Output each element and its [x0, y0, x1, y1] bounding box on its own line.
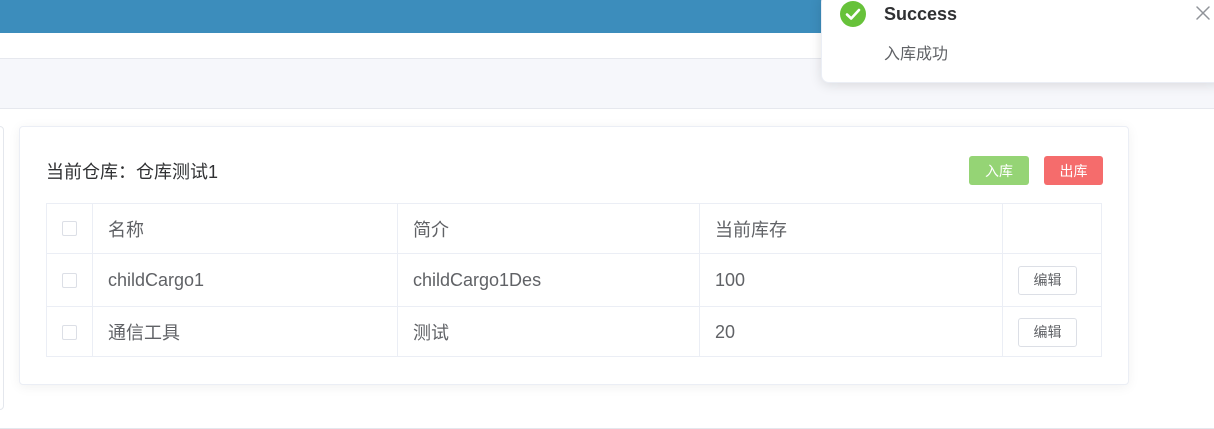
row-checkbox[interactable] [62, 272, 77, 288]
cell-name: childCargo1 [93, 254, 398, 306]
table-header-row: 名称 简介 当前库存 [47, 204, 1101, 254]
column-header-stock: 当前库存 [700, 204, 1003, 253]
left-panel-edge [0, 126, 4, 410]
success-notification: Success 入库成功 [821, 0, 1214, 83]
warehouse-title: 当前仓库：仓库测试1 [46, 162, 219, 182]
cell-stock: 100 [700, 254, 1003, 306]
row-checkbox-cell [47, 254, 93, 306]
cell-stock: 20 [700, 307, 1003, 357]
table-row: childCargo1 childCargo1Des 100 编辑 [47, 254, 1101, 307]
cell-actions: 编辑 [1003, 307, 1101, 357]
cell-name: 通信工具 [93, 307, 398, 357]
column-header-name: 名称 [93, 204, 398, 253]
column-header-description: 简介 [398, 204, 700, 253]
stock-out-button[interactable]: 出库 [1044, 156, 1103, 185]
select-all-checkbox[interactable] [62, 221, 77, 236]
edit-button[interactable]: 编辑 [1018, 265, 1077, 295]
close-icon[interactable] [1194, 4, 1212, 22]
table-row: 通信工具 测试 20 编辑 [47, 307, 1101, 357]
edit-button[interactable]: 编辑 [1018, 317, 1077, 347]
notification-title: Success [884, 4, 958, 24]
check-circle-icon [840, 1, 866, 27]
cell-description: childCargo1Des [398, 254, 700, 306]
notification-message: 入库成功 [884, 46, 949, 63]
header-checkbox-cell [47, 204, 93, 253]
warehouse-card: 当前仓库：仓库测试1 入库 出库 名称 简介 当前库存 childCargo1 … [19, 126, 1129, 385]
cell-description: 测试 [398, 307, 700, 357]
row-checkbox-cell [47, 307, 93, 357]
column-header-actions [1003, 204, 1101, 253]
stock-in-button[interactable]: 入库 [969, 156, 1029, 185]
row-checkbox[interactable] [62, 324, 77, 340]
cargo-table: 名称 简介 当前库存 childCargo1 childCargo1Des 10… [46, 203, 1102, 357]
cell-actions: 编辑 [1003, 254, 1101, 306]
